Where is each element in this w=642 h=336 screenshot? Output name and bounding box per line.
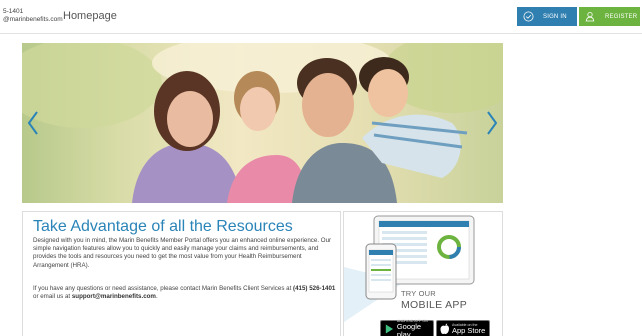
contact-phone: 5-1401 — [3, 8, 24, 15]
user-icon — [585, 11, 596, 22]
devices-illustration — [344, 215, 475, 322]
headline-part: of all the Resources — [146, 218, 293, 235]
mobile-app-label: MOBILE APP — [401, 299, 468, 311]
try-our-label: TRY OUR — [401, 289, 436, 298]
support-phone: (415) 526-1401 — [293, 285, 336, 292]
sign-in-button[interactable]: SIGN IN — [517, 7, 577, 26]
family-photo — [22, 43, 503, 203]
carousel-prev-button[interactable] — [26, 110, 40, 136]
check-circle-icon — [523, 11, 534, 22]
app-store-badge[interactable]: Available on the App Store — [436, 320, 490, 336]
assist-text: If you have any questions or need assist… — [33, 285, 294, 292]
hero-carousel — [22, 43, 503, 203]
assist-text: . — [155, 293, 158, 301]
headline-highlight: Advantage — [70, 218, 147, 235]
apple-icon — [440, 323, 449, 334]
headline-part: Take — [33, 218, 71, 235]
assist-text: or email us at — [33, 293, 72, 301]
register-button[interactable]: REGISTER — [579, 7, 640, 26]
top-header: 5-1401 @marinbenefits.com Homepage SIGN … — [0, 0, 642, 34]
play-icon — [385, 324, 394, 334]
intro-body: Designed with you in mind, the Marin Ben… — [33, 237, 332, 269]
intro-panel: Take Advantage of all the Resources Desi… — [22, 211, 341, 336]
mobile-app-panel: TRY OUR MOBILE APP ANDROID APP ON Google … — [343, 211, 503, 336]
intro-headline: Take Advantage of all the Resources — [33, 218, 293, 236]
register-label: REGISTER — [605, 13, 638, 20]
support-email-link[interactable]: support@marinbenefits.com — [72, 293, 156, 300]
google-play-text: ANDROID APP ON Google play — [397, 319, 433, 336]
google-big-label: Google play — [396, 322, 422, 336]
app-store-text: Available on the App Store — [452, 323, 485, 335]
sign-in-label: SIGN IN — [543, 13, 567, 20]
chevron-right-icon — [487, 111, 498, 135]
page-title: Homepage — [63, 10, 117, 22]
assistance-text: If you have any questions or need assist… — [33, 285, 338, 301]
chevron-left-icon — [27, 111, 38, 135]
contact-email[interactable]: @marinbenefits.com — [3, 16, 63, 24]
carousel-next-button[interactable] — [485, 110, 499, 136]
contact-info: 5-1401 @marinbenefits.com — [3, 8, 63, 24]
google-play-badge[interactable]: ANDROID APP ON Google play — [380, 319, 434, 336]
apple-big-label: App Store — [452, 326, 486, 335]
